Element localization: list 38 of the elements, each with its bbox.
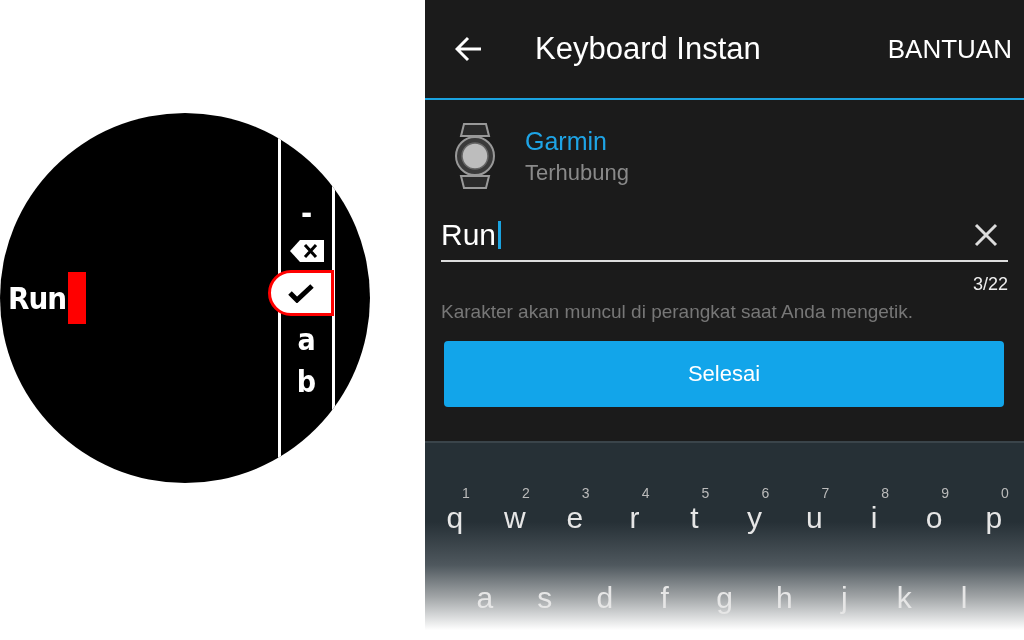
device-name: Garmin [525,126,608,156]
key-number-hint: 8 [881,485,890,501]
picker-character[interactable]: a [297,322,316,358]
keyboard-key[interactable]: i [870,501,878,535]
keyboard-key[interactable]: u [805,501,823,535]
text-cursor [68,272,87,324]
keyboard-key[interactable]: o [925,501,943,535]
keyboard-key[interactable]: e [566,501,584,535]
character-counter: 3/22 [972,274,1008,295]
keyboard-key[interactable]: r [629,501,640,535]
checkmark-icon [287,283,314,303]
key-number-hint: 3 [581,485,590,501]
key-number-hint: 9 [941,485,949,501]
key-number-hint: 6 [761,485,770,501]
keyboard-key[interactable]: q [446,501,464,535]
device-status: Terhubung [525,159,629,186]
watch-icon [455,122,495,190]
keyboard-key[interactable]: p [985,501,1003,535]
keyboard-key[interactable]: y [746,501,762,535]
keyboard-key[interactable]: w [504,501,526,535]
key-number-hint: 5 [701,485,710,501]
watch-input-text: Run [8,280,67,316]
keyboard-key[interactable]: t [690,501,699,535]
clear-icon[interactable] [974,223,998,247]
back-arrow-icon[interactable] [455,36,483,62]
text-input-field[interactable]: Run [441,210,1008,262]
key-number-hint: 1 [462,485,470,501]
picker-character[interactable]: - [300,196,313,232]
key-number-hint: 2 [521,485,530,501]
page-title: Keyboard Instan [535,31,762,67]
key-number-hint: 4 [641,485,650,501]
picker-character[interactable]: b [296,364,317,400]
confirm-button[interactable] [267,270,334,316]
backspace-icon[interactable] [287,238,326,264]
help-link[interactable]: BANTUAN [887,33,1012,65]
key-number-hint: 7 [821,485,830,501]
helper-text: Karakter akan muncul di perangkat saat Anda mengetik. [441,301,915,323]
key-number-hint: 0 [1001,485,1009,501]
